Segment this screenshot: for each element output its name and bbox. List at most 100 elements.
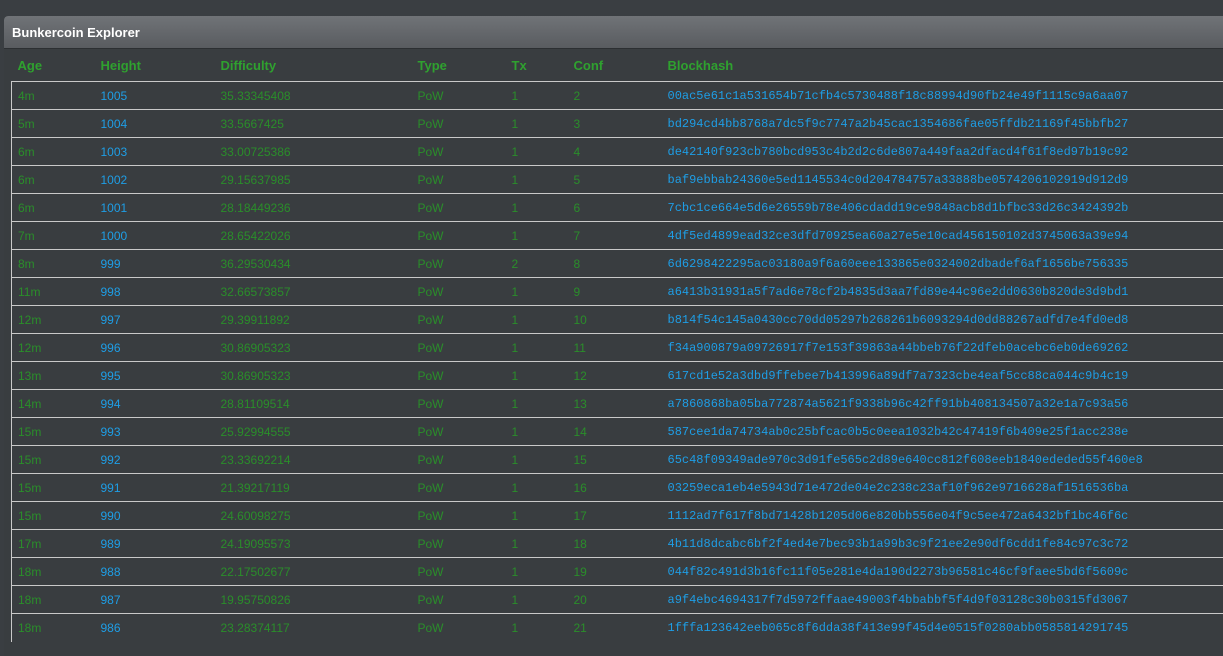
cell-type: PoW bbox=[412, 390, 506, 418]
cell-type: PoW bbox=[412, 334, 506, 362]
cell-blockhash-link[interactable]: 587cee1da74734ab0c25bfcac0b5c0eea1032b42… bbox=[662, 418, 1223, 446]
cell-difficulty: 35.33345408 bbox=[215, 82, 412, 110]
table-row: 12m99729.39911892PoW110b814f54c145a0430c… bbox=[12, 306, 1223, 334]
cell-tx: 1 bbox=[506, 166, 568, 194]
cell-blockhash-link[interactable]: 03259eca1eb4e5943d71e472de04e2c238c23af1… bbox=[662, 474, 1223, 502]
cell-height-link[interactable]: 996 bbox=[95, 334, 215, 362]
table-body: 4m100535.33345408PoW1200ac5e61c1a531654b… bbox=[12, 82, 1223, 642]
cell-conf: 18 bbox=[568, 530, 662, 558]
cell-blockhash-link[interactable]: 617cd1e52a3dbd9ffebee7b413996a89df7a7323… bbox=[662, 362, 1223, 390]
cell-type: PoW bbox=[412, 614, 506, 642]
cell-height-link[interactable]: 991 bbox=[95, 474, 215, 502]
cell-blockhash-link[interactable]: 1fffa123642eeb065c8f6dda38f413e99f45d4e0… bbox=[662, 614, 1223, 642]
cell-blockhash-link[interactable]: 6d6298422295ac03180a9f6a60eee133865e0324… bbox=[662, 250, 1223, 278]
cell-difficulty: 19.95750826 bbox=[215, 586, 412, 614]
cell-conf: 11 bbox=[568, 334, 662, 362]
cell-blockhash-link[interactable]: de42140f923cb780bcd953c4b2d2c6de807a449f… bbox=[662, 138, 1223, 166]
cell-type: PoW bbox=[412, 250, 506, 278]
cell-type: PoW bbox=[412, 474, 506, 502]
header-difficulty: Difficulty bbox=[215, 49, 412, 82]
cell-difficulty: 21.39217119 bbox=[215, 474, 412, 502]
cell-conf: 19 bbox=[568, 558, 662, 586]
cell-height-link[interactable]: 1001 bbox=[95, 194, 215, 222]
panel-header: Bunkercoin Explorer bbox=[4, 16, 1223, 49]
cell-height-link[interactable]: 1005 bbox=[95, 82, 215, 110]
cell-blockhash-link[interactable]: 7cbc1ce664e5d6e26559b78e406cdadd19ce9848… bbox=[662, 194, 1223, 222]
cell-conf: 5 bbox=[568, 166, 662, 194]
cell-type: PoW bbox=[412, 418, 506, 446]
cell-height-link[interactable]: 989 bbox=[95, 530, 215, 558]
cell-tx: 1 bbox=[506, 194, 568, 222]
cell-difficulty: 33.5667425 bbox=[215, 110, 412, 138]
table-row: 15m99223.33692214PoW11565c48f09349ade970… bbox=[12, 446, 1223, 474]
cell-blockhash-link[interactable]: 044f82c491d3b16fc11f05e281e4da190d2273b9… bbox=[662, 558, 1223, 586]
table-row: 18m98822.17502677PoW119044f82c491d3b16fc… bbox=[12, 558, 1223, 586]
cell-height-link[interactable]: 1000 bbox=[95, 222, 215, 250]
cell-height-link[interactable]: 987 bbox=[95, 586, 215, 614]
cell-blockhash-link[interactable]: a9f4ebc4694317f7d5972ffaae49003f4bbabbf5… bbox=[662, 586, 1223, 614]
table-row: 15m99325.92994555PoW114587cee1da74734ab0… bbox=[12, 418, 1223, 446]
cell-height-link[interactable]: 995 bbox=[95, 362, 215, 390]
cell-age: 4m bbox=[12, 82, 95, 110]
table-row: 18m98623.28374117PoW1211fffa123642eeb065… bbox=[12, 614, 1223, 642]
cell-blockhash-link[interactable]: 4df5ed4899ead32ce3dfd70925ea60a27e5e10ca… bbox=[662, 222, 1223, 250]
cell-blockhash-link[interactable]: 00ac5e61c1a531654b71cfb4c5730488f18c8899… bbox=[662, 82, 1223, 110]
cell-tx: 1 bbox=[506, 418, 568, 446]
cell-conf: 3 bbox=[568, 110, 662, 138]
cell-height-link[interactable]: 993 bbox=[95, 418, 215, 446]
cell-height-link[interactable]: 990 bbox=[95, 502, 215, 530]
cell-height-link[interactable]: 1004 bbox=[95, 110, 215, 138]
cell-blockhash-link[interactable]: 1112ad7f617f8bd71428b1205d06e820bb556e04… bbox=[662, 502, 1223, 530]
cell-type: PoW bbox=[412, 530, 506, 558]
cell-tx: 1 bbox=[506, 502, 568, 530]
cell-blockhash-link[interactable]: b814f54c145a0430cc70dd05297b268261b60932… bbox=[662, 306, 1223, 334]
table-header-row: Age Height Difficulty Type Tx Conf Block… bbox=[12, 49, 1223, 82]
cell-blockhash-link[interactable]: bd294cd4bb8768a7dc5f9c7747a2b45cac135468… bbox=[662, 110, 1223, 138]
cell-tx: 1 bbox=[506, 586, 568, 614]
cell-tx: 1 bbox=[506, 278, 568, 306]
cell-height-link[interactable]: 999 bbox=[95, 250, 215, 278]
cell-height-link[interactable]: 998 bbox=[95, 278, 215, 306]
cell-difficulty: 30.86905323 bbox=[215, 362, 412, 390]
cell-blockhash-link[interactable]: f34a900879a09726917f7e153f39863a44bbeb76… bbox=[662, 334, 1223, 362]
cell-height-link[interactable]: 1003 bbox=[95, 138, 215, 166]
cell-difficulty: 28.65422026 bbox=[215, 222, 412, 250]
cell-conf: 21 bbox=[568, 614, 662, 642]
cell-conf: 7 bbox=[568, 222, 662, 250]
table-row: 17m98924.19095573PoW1184b11d8dcabc6bf2f4… bbox=[12, 530, 1223, 558]
cell-type: PoW bbox=[412, 222, 506, 250]
cell-type: PoW bbox=[412, 110, 506, 138]
header-blockhash: Blockhash bbox=[662, 49, 1223, 82]
table-row: 6m100333.00725386PoW14de42140f923cb780bc… bbox=[12, 138, 1223, 166]
cell-blockhash-link[interactable]: a6413b31931a5f7ad6e78cf2b4835d3aa7fd89e4… bbox=[662, 278, 1223, 306]
header-conf: Conf bbox=[568, 49, 662, 82]
cell-tx: 1 bbox=[506, 614, 568, 642]
cell-blockhash-link[interactable]: 65c48f09349ade970c3d91fe565c2d89e640cc81… bbox=[662, 446, 1223, 474]
cell-height-link[interactable]: 992 bbox=[95, 446, 215, 474]
cell-blockhash-link[interactable]: a7860868ba05ba772874a5621f9338b96c42ff91… bbox=[662, 390, 1223, 418]
cell-type: PoW bbox=[412, 278, 506, 306]
cell-height-link[interactable]: 997 bbox=[95, 306, 215, 334]
cell-conf: 14 bbox=[568, 418, 662, 446]
cell-height-link[interactable]: 1002 bbox=[95, 166, 215, 194]
table-row: 6m100229.15637985PoW15baf9ebbab24360e5ed… bbox=[12, 166, 1223, 194]
cell-tx: 1 bbox=[506, 530, 568, 558]
cell-age: 6m bbox=[12, 194, 95, 222]
cell-type: PoW bbox=[412, 194, 506, 222]
cell-type: PoW bbox=[412, 502, 506, 530]
cell-type: PoW bbox=[412, 138, 506, 166]
cell-height-link[interactable]: 988 bbox=[95, 558, 215, 586]
cell-difficulty: 24.60098275 bbox=[215, 502, 412, 530]
blocks-table: Age Height Difficulty Type Tx Conf Block… bbox=[11, 49, 1223, 642]
cell-height-link[interactable]: 986 bbox=[95, 614, 215, 642]
header-age: Age bbox=[12, 49, 95, 82]
cell-age: 15m bbox=[12, 502, 95, 530]
cell-age: 7m bbox=[12, 222, 95, 250]
cell-age: 15m bbox=[12, 418, 95, 446]
cell-type: PoW bbox=[412, 306, 506, 334]
cell-age: 18m bbox=[12, 558, 95, 586]
cell-blockhash-link[interactable]: baf9ebbab24360e5ed1145534c0d204784757a33… bbox=[662, 166, 1223, 194]
cell-conf: 17 bbox=[568, 502, 662, 530]
cell-height-link[interactable]: 994 bbox=[95, 390, 215, 418]
cell-blockhash-link[interactable]: 4b11d8dcabc6bf2f4ed4e7bec93b1a99b3c9f21e… bbox=[662, 530, 1223, 558]
